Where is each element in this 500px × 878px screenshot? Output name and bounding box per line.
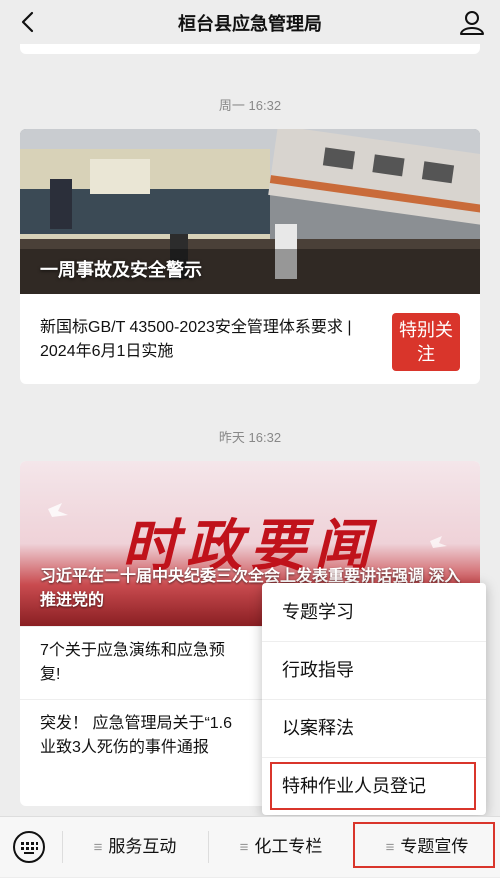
previous-card-stub [20,44,480,54]
sub-article[interactable]: 新国标GB/T 43500-2023安全管理体系要求 | 2024年6月1日实施… [20,294,480,384]
special-attention-badge: 特别关注 [392,313,460,371]
menu-item-special-study[interactable]: 专题学习 [262,583,486,641]
tab-chemical-column[interactable]: ≡ 化工专栏 [208,817,354,877]
keyboard-icon[interactable] [12,830,46,864]
hero-image[interactable]: 一周事故及安全警示 [20,129,480,294]
timestamp: 昨天 16:32 [218,430,282,445]
menu-item-case-law[interactable]: 以案释法 [262,699,486,757]
sub-article-title: 新国标GB/T 43500-2023安全管理体系要求 | 2024年6月1日实施 [40,319,352,360]
menu-lines-icon: ≡ [93,839,103,856]
page-title: 桓台县应急管理局 [178,14,322,34]
article-card[interactable]: 一周事故及安全警示 新国标GB/T 43500-2023安全管理体系要求 | 2… [20,129,480,384]
top-bar: 桓台县应急管理局 [0,0,500,44]
tab-highlight [353,822,495,868]
menu-item-admin-guidance[interactable]: 行政指导 [262,641,486,699]
timestamp: 周一 16:32 [218,98,282,113]
hero-caption: 一周事故及安全警示 [40,260,202,280]
menu-lines-icon: ≡ [239,839,249,856]
menu-item-highlight [270,762,476,810]
tab-service-interaction[interactable]: ≡ 服务互动 [62,817,208,877]
user-icon[interactable] [458,8,486,36]
